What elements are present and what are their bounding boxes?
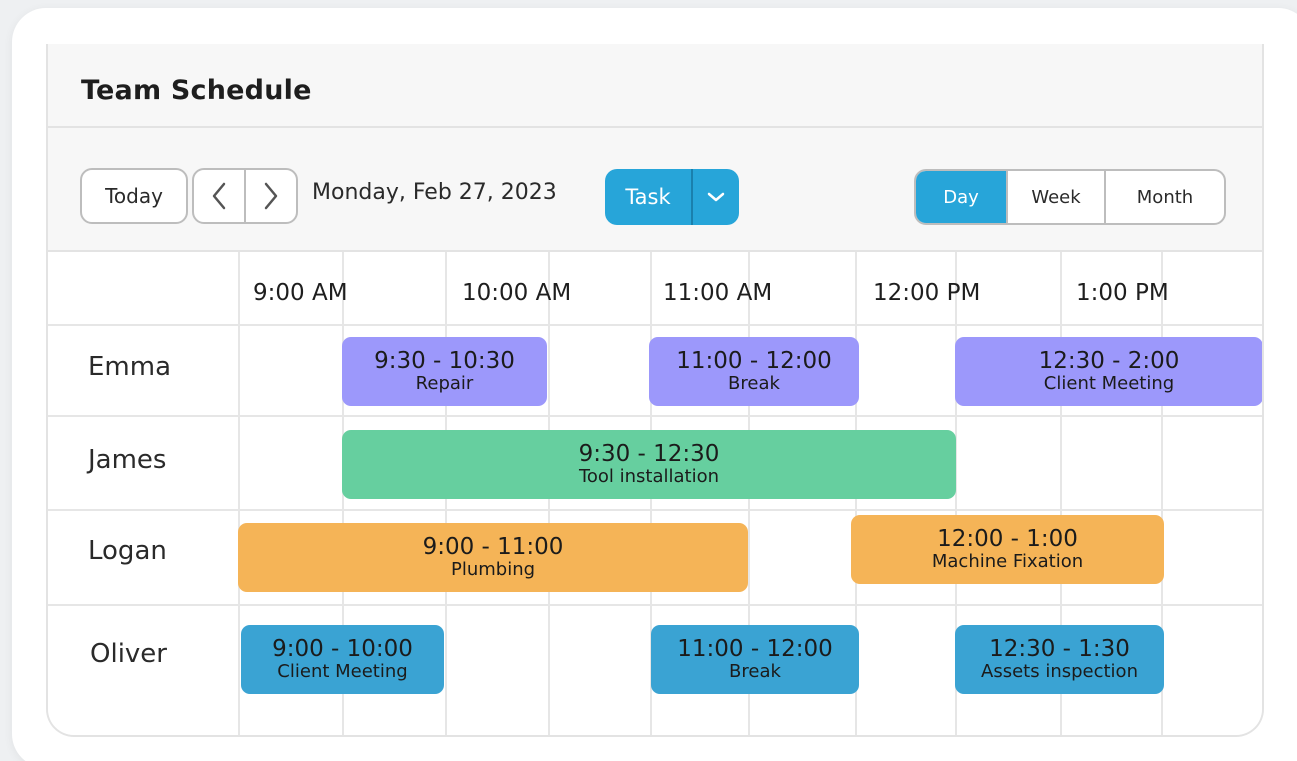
person-name-oliver: Oliver — [90, 639, 167, 669]
panel-header: Team Schedule — [48, 44, 1262, 128]
event-title: Assets inspection — [981, 661, 1138, 682]
time-slot-label: 12:00 PM — [873, 280, 981, 306]
event-card[interactable]: 11:00 - 12:00 Break — [649, 337, 859, 406]
grid-line — [48, 324, 1262, 326]
event-time: 12:30 - 2:00 — [1038, 348, 1180, 374]
view-day-button[interactable]: Day — [916, 171, 1006, 223]
person-name-logan: Logan — [88, 536, 167, 566]
task-dropdown[interactable]: Task — [605, 169, 739, 225]
grid-line — [48, 509, 1262, 511]
event-title: Plumbing — [450, 559, 536, 580]
person-name-emma: Emma — [88, 352, 172, 382]
event-time: 9:00 - 11:00 — [422, 534, 564, 560]
event-title: Repair — [415, 373, 474, 394]
chevron-left-icon — [212, 182, 226, 210]
event-card[interactable]: 9:30 - 12:30 Tool installation — [342, 430, 956, 499]
event-time: 11:00 - 12:00 — [677, 636, 833, 662]
event-title: Tool installation — [578, 466, 720, 487]
prev-button[interactable] — [194, 170, 244, 222]
event-card[interactable]: 9:00 - 11:00 Plumbing — [238, 523, 748, 592]
event-title: Client Meeting — [277, 661, 408, 682]
toolbar: Today Monday, Feb 27, 2023 Task Day Week… — [48, 128, 1262, 252]
event-time: 9:00 - 10:00 — [272, 636, 413, 662]
time-slot-label: 10:00 AM — [462, 280, 572, 306]
event-time: 12:30 - 1:30 — [989, 636, 1130, 662]
event-card[interactable]: 12:30 - 1:30 Assets inspection — [955, 625, 1164, 694]
date-nav-group — [192, 168, 298, 224]
page-title: Team Schedule — [81, 75, 312, 106]
event-card[interactable]: 9:30 - 10:30 Repair — [342, 337, 547, 406]
event-time: 12:00 - 1:00 — [937, 526, 1078, 552]
today-button[interactable]: Today — [80, 168, 188, 224]
chevron-down-icon[interactable] — [691, 169, 739, 225]
time-slot-label: 11:00 AM — [663, 280, 773, 306]
event-time: 9:30 - 12:30 — [578, 441, 720, 467]
person-name-james: James — [88, 445, 167, 475]
next-button[interactable] — [244, 170, 296, 222]
schedule-panel: Team Schedule Today Monday, Feb 27, 2023… — [46, 44, 1264, 737]
event-time: 9:30 - 10:30 — [374, 348, 515, 374]
event-time: 11:00 - 12:00 — [676, 348, 832, 374]
event-title: Client Meeting — [1043, 373, 1175, 394]
task-label: Task — [625, 185, 671, 209]
event-card[interactable]: 12:00 - 1:00 Machine Fixation — [851, 515, 1164, 584]
current-date: Monday, Feb 27, 2023 — [312, 180, 557, 205]
schedule-grid: 9:00 AM 10:00 AM 11:00 AM 12:00 PM 1:00 … — [48, 252, 1262, 735]
chevron-right-icon — [264, 182, 278, 210]
event-card[interactable]: 9:00 - 10:00 Client Meeting — [241, 625, 444, 694]
view-switcher: Day Week Month — [914, 169, 1226, 225]
event-title: Machine Fixation — [931, 551, 1084, 572]
grid-line — [48, 415, 1262, 417]
view-month-button[interactable]: Month — [1104, 171, 1224, 223]
time-slot-label: 1:00 PM — [1076, 280, 1169, 306]
event-title: Break — [728, 373, 780, 394]
event-title: Break — [729, 661, 781, 682]
event-card[interactable]: 11:00 - 12:00 Break — [651, 625, 859, 694]
time-slot-label: 9:00 AM — [253, 280, 348, 306]
view-week-button[interactable]: Week — [1006, 171, 1104, 223]
event-card[interactable]: 12:30 - 2:00 Client Meeting — [955, 337, 1262, 406]
grid-line — [48, 604, 1262, 606]
